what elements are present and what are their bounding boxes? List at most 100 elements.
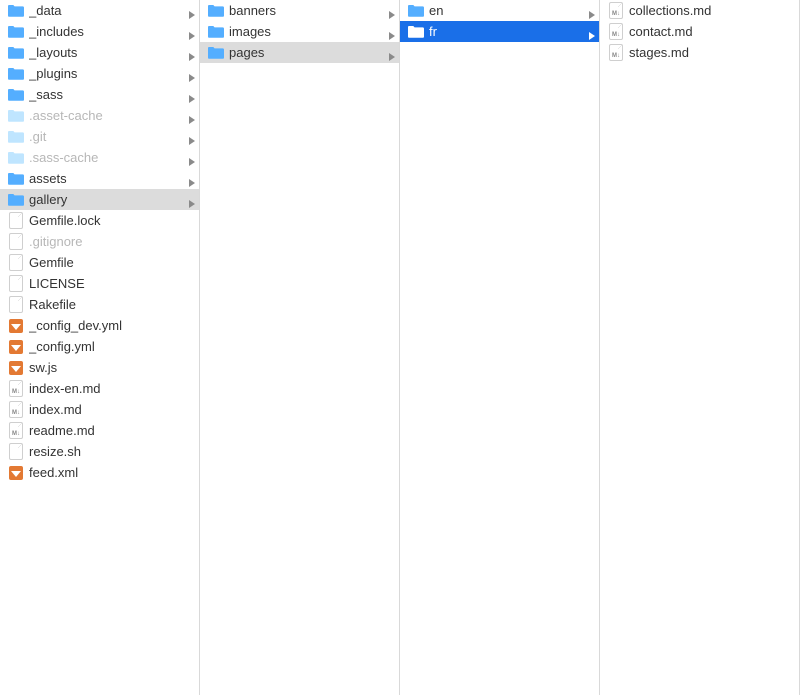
file-item-label: index.md xyxy=(29,402,195,417)
file-item-label: _config.yml xyxy=(29,339,195,354)
chevron-right-icon xyxy=(189,175,195,183)
file-item[interactable]: images xyxy=(200,21,399,42)
file-item[interactable]: M↓ contact.md xyxy=(600,21,799,42)
chevron-right-icon xyxy=(189,154,195,162)
file-item[interactable]: fr xyxy=(400,21,599,42)
file-item-label: assets xyxy=(29,171,185,186)
finder-column-view: _data _includes _layouts _plugins _sass … xyxy=(0,0,800,695)
folder-icon xyxy=(408,3,424,19)
chevron-right-icon xyxy=(189,49,195,57)
file-icon xyxy=(8,213,24,229)
chevron-right-icon xyxy=(189,196,195,204)
file-item[interactable]: M↓stages.md xyxy=(600,42,799,63)
folder-icon xyxy=(8,192,24,208)
code-file-icon xyxy=(8,360,24,376)
markdown-file-icon: M↓ xyxy=(608,3,624,19)
file-item[interactable]: _plugins xyxy=(0,63,199,84)
folder-icon xyxy=(8,24,24,40)
file-item[interactable]: M↓ collections.md xyxy=(600,0,799,21)
file-item[interactable]: .sass-cache xyxy=(0,147,199,168)
file-icon xyxy=(8,444,24,460)
file-item-label: pages xyxy=(229,45,385,60)
file-item-label: contact.md xyxy=(629,24,795,39)
file-item[interactable]: _includes xyxy=(0,21,199,42)
file-item[interactable]: pages xyxy=(200,42,399,63)
file-item-label: index-en.md xyxy=(29,381,195,396)
file-item[interactable]: LICENSE xyxy=(0,273,199,294)
file-item[interactable]: _sass xyxy=(0,84,199,105)
file-item-label: stages.md xyxy=(629,45,795,60)
file-item-label: fr xyxy=(429,24,585,39)
file-item[interactable]: .gitignore xyxy=(0,231,199,252)
markdown-file-icon: M↓ xyxy=(8,402,24,418)
file-item-label: banners xyxy=(229,3,385,18)
file-item[interactable]: Rakefile xyxy=(0,294,199,315)
folder-icon xyxy=(8,45,24,61)
file-icon xyxy=(8,234,24,250)
code-file-icon xyxy=(8,339,24,355)
file-item[interactable]: Gemfile.lock xyxy=(0,210,199,231)
folder-icon xyxy=(8,108,24,124)
chevron-right-icon xyxy=(189,112,195,120)
file-item-label: Gemfile xyxy=(29,255,195,270)
folder-icon xyxy=(8,150,24,166)
file-item[interactable]: .git xyxy=(0,126,199,147)
file-item-label: _layouts xyxy=(29,45,185,60)
markdown-file-icon: M↓ xyxy=(8,423,24,439)
file-item[interactable]: feed.xml xyxy=(0,462,199,483)
file-icon xyxy=(8,276,24,292)
file-item[interactable]: Gemfile xyxy=(0,252,199,273)
file-icon xyxy=(8,297,24,313)
chevron-right-icon xyxy=(189,133,195,141)
file-item-label: Gemfile.lock xyxy=(29,213,195,228)
chevron-right-icon xyxy=(189,28,195,36)
file-item-label: sw.js xyxy=(29,360,195,375)
file-column-3: M↓ collections.md M↓ contact.md M↓stages.md xyxy=(600,0,800,695)
file-item-label: resize.sh xyxy=(29,444,195,459)
folder-icon xyxy=(8,3,24,19)
file-item[interactable]: _config_dev.yml xyxy=(0,315,199,336)
file-item[interactable]: M↓ index-en.md xyxy=(0,378,199,399)
file-item-label: .gitignore xyxy=(29,234,195,249)
folder-icon xyxy=(208,3,224,19)
chevron-right-icon xyxy=(589,28,595,36)
file-item[interactable]: _layouts xyxy=(0,42,199,63)
code-file-icon xyxy=(8,465,24,481)
file-item[interactable]: _config.yml xyxy=(0,336,199,357)
chevron-right-icon xyxy=(389,28,395,36)
chevron-right-icon xyxy=(189,91,195,99)
file-item-label: _plugins xyxy=(29,66,185,81)
file-item[interactable]: .asset-cache xyxy=(0,105,199,126)
file-item[interactable]: _data xyxy=(0,0,199,21)
file-item[interactable]: M↓ readme.md xyxy=(0,420,199,441)
folder-icon xyxy=(8,129,24,145)
file-item[interactable]: gallery xyxy=(0,189,199,210)
file-item-label: images xyxy=(229,24,385,39)
file-item-label: .sass-cache xyxy=(29,150,185,165)
markdown-file-icon: M↓ xyxy=(608,24,624,40)
file-item-label: feed.xml xyxy=(29,465,195,480)
file-item[interactable]: en xyxy=(400,0,599,21)
file-column-2: en fr xyxy=(400,0,600,695)
folder-icon xyxy=(8,66,24,82)
file-item-label: _data xyxy=(29,3,185,18)
markdown-file-icon: M↓ xyxy=(8,381,24,397)
file-item-label: .git xyxy=(29,129,185,144)
code-file-icon xyxy=(8,318,24,334)
file-item[interactable]: resize.sh xyxy=(0,441,199,462)
file-item-label: _includes xyxy=(29,24,185,39)
file-item-label: Rakefile xyxy=(29,297,195,312)
folder-icon xyxy=(408,24,424,40)
file-column-1: banners images pages xyxy=(200,0,400,695)
file-item[interactable]: sw.js xyxy=(0,357,199,378)
file-item-label: collections.md xyxy=(629,3,795,18)
file-column-0: _data _includes _layouts _plugins _sass … xyxy=(0,0,200,695)
file-item-label: _sass xyxy=(29,87,185,102)
file-item[interactable]: M↓ index.md xyxy=(0,399,199,420)
folder-icon xyxy=(208,24,224,40)
chevron-right-icon xyxy=(389,49,395,57)
file-item[interactable]: banners xyxy=(200,0,399,21)
file-item-label: readme.md xyxy=(29,423,195,438)
file-item[interactable]: assets xyxy=(0,168,199,189)
file-item-label: LICENSE xyxy=(29,276,195,291)
